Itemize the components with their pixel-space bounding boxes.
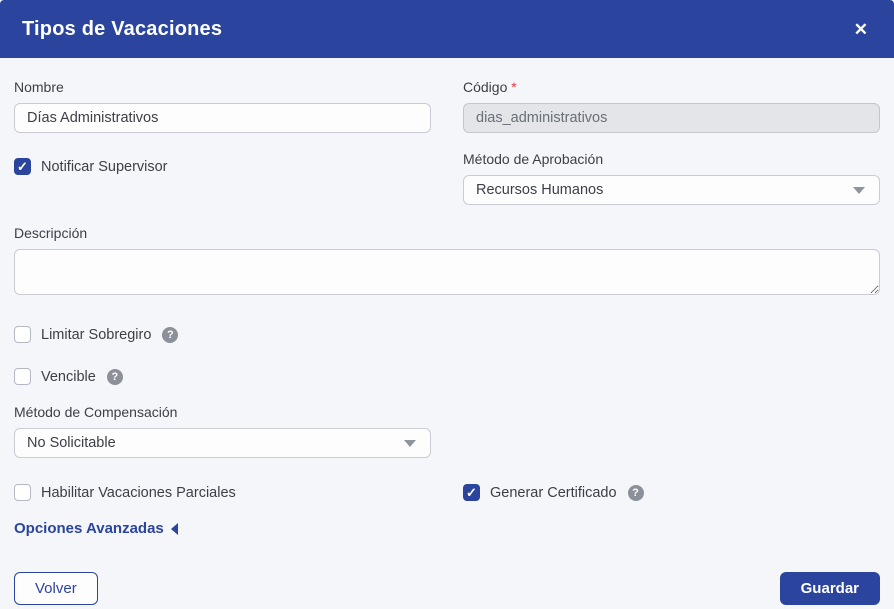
metodo-aprobacion-select[interactable]: Recursos Humanos xyxy=(463,175,880,205)
limitar-sobregiro-checkbox[interactable] xyxy=(14,326,31,343)
required-asterisk: * xyxy=(511,79,516,95)
generar-certificado-label: Generar Certificado xyxy=(490,485,617,501)
vacation-type-dialog: Tipos de Vacaciones ✕ Nombre Código * No… xyxy=(0,0,894,605)
generar-certificado-row: Generar Certificado ? xyxy=(463,484,880,501)
generar-certificado-checkbox[interactable] xyxy=(463,484,480,501)
nombre-label: Nombre xyxy=(14,80,431,95)
habilitar-parciales-checkbox[interactable] xyxy=(14,484,31,501)
vencible-checkbox[interactable] xyxy=(14,368,31,385)
notificar-supervisor-checkbox[interactable] xyxy=(14,158,31,175)
help-icon[interactable]: ? xyxy=(628,485,644,501)
vencible-row: Vencible ? xyxy=(14,368,880,385)
chevron-down-icon xyxy=(853,187,865,194)
limitar-sobregiro-label: Limitar Sobregiro xyxy=(41,327,151,343)
habilitar-parciales-label: Habilitar Vacaciones Parciales xyxy=(41,485,236,501)
dialog-header: Tipos de Vacaciones ✕ xyxy=(0,0,894,58)
help-icon[interactable]: ? xyxy=(107,369,123,385)
codigo-field-group: Código * xyxy=(463,80,880,133)
metodo-aprobacion-label: Método de Aprobación xyxy=(463,152,880,167)
descripcion-label: Descripción xyxy=(14,226,880,241)
opciones-avanzadas-link[interactable]: Opciones Avanzadas xyxy=(14,520,178,537)
metodo-compensacion-label: Método de Compensación xyxy=(14,405,431,420)
dialog-title: Tipos de Vacaciones xyxy=(22,18,222,41)
dialog-body: Nombre Código * Notificar Supervisor Mét… xyxy=(0,58,894,538)
chevron-down-icon xyxy=(404,440,416,447)
limitar-sobregiro-row: Limitar Sobregiro ? xyxy=(14,326,880,343)
dialog-footer: Volver Guardar xyxy=(0,572,894,605)
nombre-input[interactable] xyxy=(14,103,431,133)
metodo-compensacion-select[interactable]: No Solicitable xyxy=(14,428,431,458)
vencible-label: Vencible xyxy=(41,369,96,385)
metodo-aprobacion-value: Recursos Humanos xyxy=(476,182,603,198)
guardar-button[interactable]: Guardar xyxy=(780,572,880,605)
help-icon[interactable]: ? xyxy=(162,327,178,343)
caret-left-icon xyxy=(171,523,178,535)
descripcion-textarea[interactable] xyxy=(14,249,880,295)
opciones-avanzadas-label: Opciones Avanzadas xyxy=(14,520,164,537)
metodo-aprobacion-field-group: Método de Aprobación Recursos Humanos xyxy=(463,152,880,205)
codigo-label-text: Código xyxy=(463,79,507,95)
close-icon[interactable]: ✕ xyxy=(850,17,872,42)
codigo-input xyxy=(463,103,880,133)
metodo-compensacion-field-group: Método de Compensación No Solicitable xyxy=(14,405,431,458)
habilitar-parciales-row: Habilitar Vacaciones Parciales xyxy=(14,484,431,501)
volver-button[interactable]: Volver xyxy=(14,572,98,605)
notificar-supervisor-row: Notificar Supervisor xyxy=(14,158,431,175)
notificar-supervisor-label: Notificar Supervisor xyxy=(41,159,168,175)
codigo-label: Código * xyxy=(463,80,880,95)
descripcion-field-group: Descripción xyxy=(14,226,880,300)
nombre-field-group: Nombre xyxy=(14,80,431,133)
metodo-compensacion-value: No Solicitable xyxy=(27,435,116,451)
